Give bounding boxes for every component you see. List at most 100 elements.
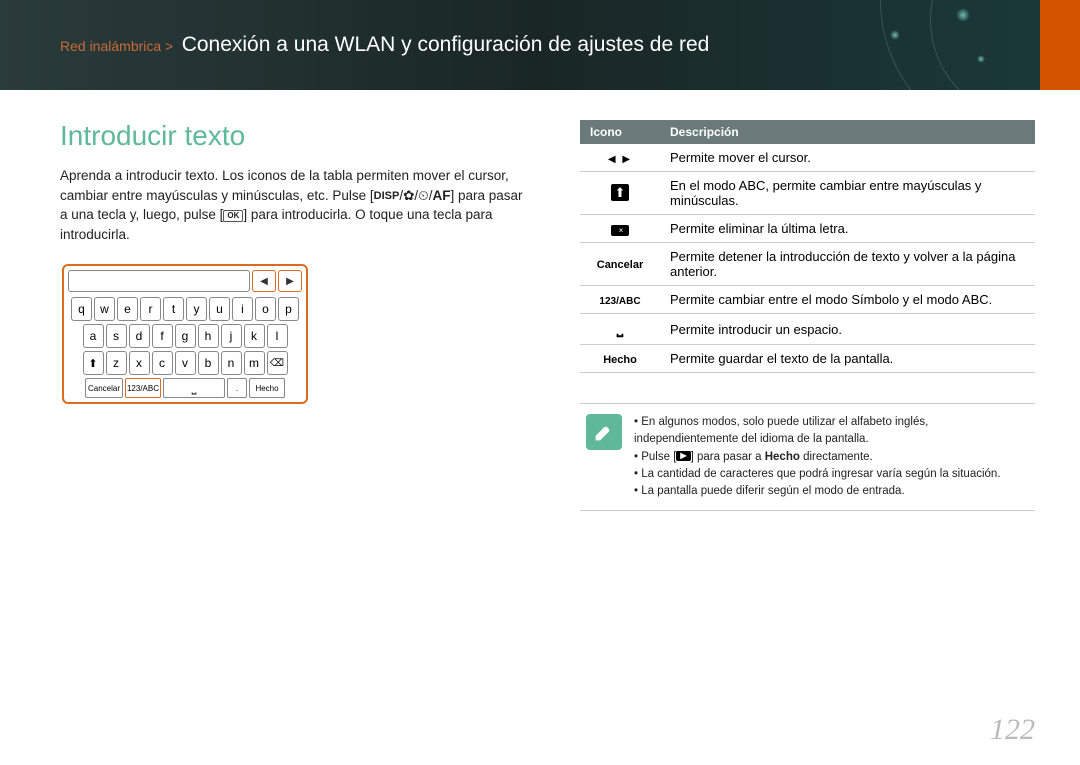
key-c[interactable]: c bbox=[152, 351, 173, 375]
note-item: Pulse [▶] para pasar a Hecho directament… bbox=[634, 449, 1029, 466]
note-item: La cantidad de caracteres que podrá ingr… bbox=[634, 466, 1029, 483]
backspace-icon bbox=[611, 225, 630, 236]
shift-icon bbox=[611, 186, 630, 200]
key-r[interactable]: r bbox=[140, 297, 161, 321]
note-text: directamente. bbox=[800, 451, 873, 463]
content-area: Introducir texto Aprenda a introducir te… bbox=[0, 90, 1080, 511]
mode-toggle-button[interactable]: 123/ABC bbox=[125, 378, 161, 398]
left-column: Introducir texto Aprenda a introducir te… bbox=[60, 120, 530, 511]
note-text: Pulse [ bbox=[641, 451, 676, 463]
keyboard-row-2: a s d f g h j k l bbox=[68, 324, 302, 348]
breadcrumb: Red inalámbrica > Conexión a una WLAN y … bbox=[60, 33, 709, 57]
ok-icon: OK bbox=[223, 210, 243, 222]
key-j[interactable]: j bbox=[221, 324, 242, 348]
key-e[interactable]: e bbox=[117, 297, 138, 321]
mode-icon: 123/ABC bbox=[599, 296, 640, 307]
icon-cell bbox=[580, 314, 660, 345]
decorative-dot bbox=[956, 8, 970, 22]
keyboard-row-1: q w e r t y u i o p bbox=[68, 297, 302, 321]
cursor-left-button[interactable]: ◀ bbox=[252, 270, 276, 292]
space-key[interactable] bbox=[163, 378, 225, 398]
key-a[interactable]: a bbox=[83, 324, 104, 348]
page-header: Red inalámbrica > Conexión a una WLAN y … bbox=[0, 0, 1080, 90]
icon-cell: Hecho bbox=[580, 345, 660, 373]
note-icon bbox=[586, 414, 622, 450]
keyboard-input-field[interactable] bbox=[68, 270, 250, 292]
key-k[interactable]: k bbox=[244, 324, 265, 348]
table-row: Permite eliminar la última letra. bbox=[580, 215, 1035, 243]
desc-cell: Permite eliminar la última letra. bbox=[660, 215, 1035, 243]
icon-description-table: Icono Descripción Permite mover el curso… bbox=[580, 120, 1035, 373]
key-v[interactable]: v bbox=[175, 351, 196, 375]
desc-cell: Permite mover el cursor. bbox=[660, 144, 1035, 172]
icon-cell bbox=[580, 215, 660, 243]
table-header-desc: Descripción bbox=[660, 120, 1035, 144]
space-icon bbox=[617, 322, 623, 336]
key-z[interactable]: z bbox=[106, 351, 127, 375]
note-text: ] para pasar a bbox=[691, 451, 765, 463]
table-row: 123/ABC Permite cambiar entre el modo Sí… bbox=[580, 286, 1035, 314]
key-w[interactable]: w bbox=[94, 297, 115, 321]
key-i[interactable]: i bbox=[232, 297, 253, 321]
note-item: La pantalla puede diferir según el modo … bbox=[634, 483, 1029, 500]
note-box: En algunos modos, solo puede utilizar el… bbox=[580, 403, 1035, 511]
desc-cell: Permite introducir un espacio. bbox=[660, 314, 1035, 345]
note-list: En algunos modos, solo puede utilizar el… bbox=[634, 414, 1029, 500]
key-b[interactable]: b bbox=[198, 351, 219, 375]
keyboard-row-3: z x c v b n m bbox=[68, 351, 302, 375]
key-f[interactable]: f bbox=[152, 324, 173, 348]
onscreen-keyboard: ◀ ▶ q w e r t y u i o p a s d f g h bbox=[62, 264, 308, 404]
keyboard-bottom-row: Cancelar 123/ABC . Hecho bbox=[68, 378, 302, 398]
table-row: Hecho Permite guardar el texto de la pan… bbox=[580, 345, 1035, 373]
table-header-icon: Icono bbox=[580, 120, 660, 144]
period-key[interactable]: . bbox=[227, 378, 247, 398]
page-number: 122 bbox=[990, 713, 1035, 747]
icon-cell bbox=[580, 144, 660, 172]
breadcrumb-prefix: Red inalámbrica > bbox=[60, 38, 173, 54]
shift-key[interactable] bbox=[83, 351, 104, 375]
note-bold: Hecho bbox=[765, 451, 800, 463]
desc-cell: En el modo ABC, permite cambiar entre ma… bbox=[660, 172, 1035, 215]
play-icon: ▶ bbox=[676, 451, 690, 461]
cancel-button[interactable]: Cancelar bbox=[85, 378, 123, 398]
icon-cell: Cancelar bbox=[580, 243, 660, 286]
key-u[interactable]: u bbox=[209, 297, 230, 321]
key-s[interactable]: s bbox=[106, 324, 127, 348]
section-title: Introducir texto bbox=[60, 120, 530, 152]
table-row: Cancelar Permite detener la introducción… bbox=[580, 243, 1035, 286]
table-row: Permite mover el cursor. bbox=[580, 144, 1035, 172]
icon-cell bbox=[580, 172, 660, 215]
right-column: Icono Descripción Permite mover el curso… bbox=[580, 120, 1035, 511]
decorative-dot bbox=[890, 30, 900, 40]
key-g[interactable]: g bbox=[175, 324, 196, 348]
key-h[interactable]: h bbox=[198, 324, 219, 348]
key-p[interactable]: p bbox=[278, 297, 299, 321]
desc-cell: Permite detener la introducción de texto… bbox=[660, 243, 1035, 286]
table-row: En el modo ABC, permite cambiar entre ma… bbox=[580, 172, 1035, 215]
done-label: Hecho bbox=[603, 354, 637, 366]
key-x[interactable]: x bbox=[129, 351, 150, 375]
key-m[interactable]: m bbox=[244, 351, 265, 375]
cursor-right-button[interactable]: ▶ bbox=[278, 270, 302, 292]
key-q[interactable]: q bbox=[71, 297, 92, 321]
intro-paragraph: Aprenda a introducir texto. Los iconos d… bbox=[60, 166, 530, 244]
done-button[interactable]: Hecho bbox=[249, 378, 285, 398]
desc-cell: Permite cambiar entre el modo Símbolo y … bbox=[660, 286, 1035, 314]
breadcrumb-title: Conexión a una WLAN y configuración de a… bbox=[182, 33, 710, 56]
backspace-key[interactable] bbox=[267, 351, 288, 375]
macro-icon: ✿ bbox=[403, 188, 414, 203]
key-t[interactable]: t bbox=[163, 297, 184, 321]
arrows-icon bbox=[608, 151, 632, 165]
decorative-swirl bbox=[930, 0, 1080, 90]
timer-icon: ⏲ bbox=[418, 188, 429, 203]
disp-label: DISP bbox=[374, 191, 400, 202]
key-l[interactable]: l bbox=[267, 324, 288, 348]
key-y[interactable]: y bbox=[186, 297, 207, 321]
cancel-label: Cancelar bbox=[597, 259, 643, 271]
desc-cell: Permite guardar el texto de la pantalla. bbox=[660, 345, 1035, 373]
key-d[interactable]: d bbox=[129, 324, 150, 348]
key-o[interactable]: o bbox=[255, 297, 276, 321]
table-row: Permite introducir un espacio. bbox=[580, 314, 1035, 345]
icon-cell: 123/ABC bbox=[580, 286, 660, 314]
key-n[interactable]: n bbox=[221, 351, 242, 375]
